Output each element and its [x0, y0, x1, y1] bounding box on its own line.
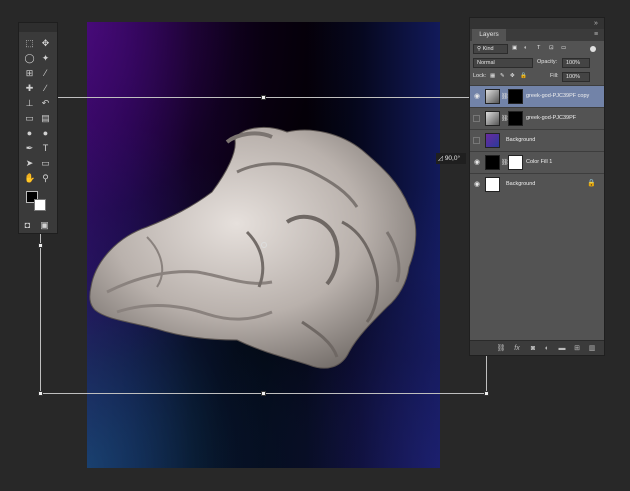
eyedropper-icon[interactable]: ⁄ [40, 68, 51, 79]
blend-mode-select[interactable]: Normal [473, 58, 533, 68]
fill-color-thumbnail [485, 155, 500, 170]
layer-name[interactable]: Color Fill 1 [526, 158, 552, 167]
layer-name[interactable]: greek-god-PJC39PF copy [526, 92, 589, 101]
layer-row-greek-god-copy[interactable]: ◉ ⛓ greek-god-PJC39PF copy [470, 85, 604, 107]
transform-handle-bottom-right[interactable] [484, 391, 489, 396]
layer-mask-thumbnail[interactable] [508, 111, 523, 126]
layer-row-background-gradient[interactable]: Background [470, 129, 604, 151]
screen-mode-icon[interactable]: ▣ [39, 220, 50, 231]
visibility-eye-icon[interactable]: ◉ [473, 159, 481, 167]
shape-tool-icon[interactable]: ▭ [40, 158, 51, 169]
layer-row-greek-god[interactable]: ⛓ greek-god-PJC39PF [470, 107, 604, 129]
magic-wand-icon[interactable]: ✦ [40, 53, 51, 64]
tools-panel: ⬚ ✥ ◯ ✦ ⊞ ⁄ ✚ ∕ ⊥ ↶ ▭ ▤ ● ● ✒ T ➤ ▭ ✋ ⚲ … [18, 22, 58, 234]
filter-type-icon[interactable]: T [537, 44, 540, 53]
layer-thumbnail [485, 111, 500, 126]
adjustment-icon[interactable]: ◐ [542, 341, 552, 356]
layer-thumbnail [485, 177, 500, 192]
link-icon[interactable]: ⛓ [496, 341, 506, 356]
layer-mask-thumbnail[interactable] [508, 155, 523, 170]
new-layer-icon[interactable]: ⊞ [572, 341, 582, 356]
layers-panel: » Layers ≡ ⚲ Kind ▣ ◐ T ⊡ ▭ Normal Opaci… [469, 17, 605, 356]
visibility-off-box[interactable] [473, 115, 480, 122]
transform-handle-middle-left[interactable] [38, 243, 43, 248]
transform-reference-point[interactable] [261, 242, 267, 248]
brush-tool-icon[interactable]: ∕ [40, 83, 51, 94]
layer-name[interactable]: Background [506, 136, 535, 145]
filter-kind-select[interactable]: ⚲ Kind [473, 44, 508, 54]
lock-icon: 🔒 [587, 180, 596, 187]
mask-icon[interactable]: ◙ [528, 341, 538, 356]
fill-field[interactable]: 100% [562, 72, 590, 82]
lock-transparent-icon[interactable]: ▦ [490, 72, 495, 81]
tab-layers[interactable]: Layers [472, 29, 506, 41]
filter-smart-object-icon[interactable]: ▭ [561, 44, 566, 53]
transform-handle-bottom-center[interactable] [261, 391, 266, 396]
marquee-tool-icon[interactable]: ⬚ [24, 38, 35, 49]
eraser-tool-icon[interactable]: ▭ [24, 113, 35, 124]
filter-toggle-icon[interactable] [590, 46, 596, 52]
pen-tool-icon[interactable]: ✒ [24, 143, 35, 154]
opacity-label: Opacity: [537, 59, 558, 65]
visibility-off-box[interactable] [473, 137, 480, 144]
panel-footer: ⛓ fx ◙ ◐ ▬ ⊞ ▥ [470, 340, 604, 355]
angle-value: 90,0° [444, 155, 461, 162]
move-tool-icon[interactable]: ✥ [40, 38, 51, 49]
panel-menu-icon[interactable]: ≡ [594, 29, 598, 41]
blur-tool-icon[interactable]: ● [24, 128, 35, 139]
filter-shape-icon[interactable]: ⊡ [549, 44, 554, 53]
layer-thumbnail [485, 89, 500, 104]
transform-handle-bottom-left[interactable] [38, 391, 43, 396]
angle-icon: ◿ [438, 155, 443, 162]
fill-label: Fill: [550, 73, 559, 79]
layer-thumbnail [485, 133, 500, 148]
crop-tool-icon[interactable]: ⊞ [24, 68, 35, 79]
quick-mask-icon[interactable]: ◘ [22, 220, 33, 231]
transform-handle-top-center[interactable] [261, 95, 266, 100]
path-selection-icon[interactable]: ➤ [24, 158, 35, 169]
trash-icon[interactable]: ▥ [587, 341, 597, 356]
tools-panel-header[interactable] [19, 23, 57, 32]
panel-title-bar[interactable]: » [470, 18, 604, 29]
history-brush-icon[interactable]: ↶ [40, 98, 51, 109]
layers-empty-area [470, 195, 604, 340]
folder-icon[interactable]: ▬ [557, 341, 567, 356]
layer-name[interactable]: greek-god-PJC39PF [526, 114, 576, 123]
fx-icon[interactable]: fx [512, 341, 522, 356]
visibility-eye-icon[interactable]: ◉ [473, 181, 481, 189]
filter-kind-label: Kind [482, 46, 494, 52]
layer-name[interactable]: Background [506, 180, 535, 189]
gradient-tool-icon[interactable]: ▤ [40, 113, 51, 124]
layer-mask-thumbnail[interactable] [508, 89, 523, 104]
dodge-tool-icon[interactable]: ● [40, 128, 51, 139]
filter-adjustment-icon[interactable]: ◐ [524, 44, 527, 53]
zoom-tool-icon[interactable]: ⚲ [40, 173, 51, 184]
layer-row-color-fill[interactable]: ◉ ⛓ Color Fill 1 [470, 151, 604, 173]
lock-label: Lock: [473, 73, 487, 79]
rotation-angle-readout: ◿ 90,0° [436, 153, 466, 164]
layer-row-background[interactable]: ◉ Background 🔒 [470, 173, 604, 195]
background-color-swatch[interactable] [34, 199, 46, 211]
hand-tool-icon[interactable]: ✋ [24, 173, 35, 184]
type-tool-icon[interactable]: T [40, 143, 51, 154]
filter-pixel-icon[interactable]: ▣ [512, 44, 517, 53]
lock-position-icon[interactable]: ✥ [510, 72, 515, 81]
healing-brush-icon[interactable]: ✚ [24, 83, 35, 94]
clone-stamp-icon[interactable]: ⊥ [24, 98, 35, 109]
opacity-field[interactable]: 100% [562, 58, 590, 68]
collapse-icon[interactable]: » [594, 18, 598, 29]
lock-image-icon[interactable]: ✎ [500, 72, 505, 81]
lasso-tool-icon[interactable]: ◯ [24, 53, 35, 64]
lock-all-icon[interactable]: 🔒 [520, 72, 527, 81]
visibility-eye-icon[interactable]: ◉ [473, 93, 481, 101]
